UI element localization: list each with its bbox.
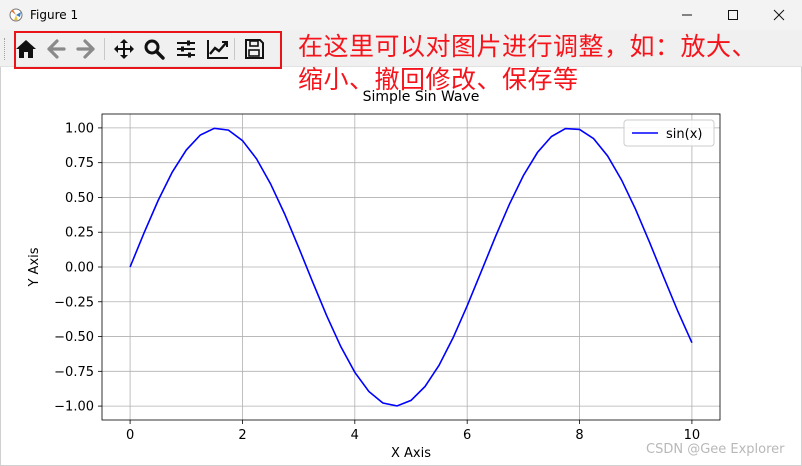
y-tick-label: −0.75 [54,365,94,380]
chart-title: Simple Sin Wave [363,89,480,105]
y-tick-label: 0.50 [65,191,94,206]
window-title: Figure 1 [30,8,79,22]
y-tick-label: 0.75 [65,156,94,171]
x-tick-label: 6 [463,428,471,443]
y-tick-label: 0.00 [65,261,94,276]
y-tick-label: −0.25 [54,295,94,310]
minimize-button[interactable] [664,0,710,30]
y-tick-label: −1.00 [54,400,94,415]
x-tick-label: 0 [126,428,134,443]
y-tick-label: −0.50 [54,330,94,345]
x-tick-label: 2 [238,428,246,443]
x-tick-label: 4 [351,428,359,443]
toolbar-highlight-box [14,31,282,69]
watermark: CSDN @Gee Explorer [646,442,785,457]
x-tick-label: 8 [575,428,583,443]
minimize-icon [682,14,692,16]
y-tick-label: 0.25 [65,226,94,241]
close-button[interactable] [756,0,802,30]
sine-chart: 0 2 4 6 8 10 1.00 0.75 0.50 0.25 0.00 −0.25 −0.50 −0.… [27,89,721,461]
maximize-icon [728,10,738,20]
toolbar-grip[interactable] [4,38,7,60]
close-icon [773,9,785,21]
matplotlib-app-icon [9,8,23,22]
x-tick-label: 10 [684,428,701,443]
y-tick-label: 1.00 [65,121,94,136]
maximize-button[interactable] [710,0,756,30]
y-axis-label: Y Axis [27,247,42,287]
title-bar: Figure 1 [0,0,802,30]
x-axis-label: X Axis [391,446,431,461]
legend-label: sin(x) [666,127,702,142]
